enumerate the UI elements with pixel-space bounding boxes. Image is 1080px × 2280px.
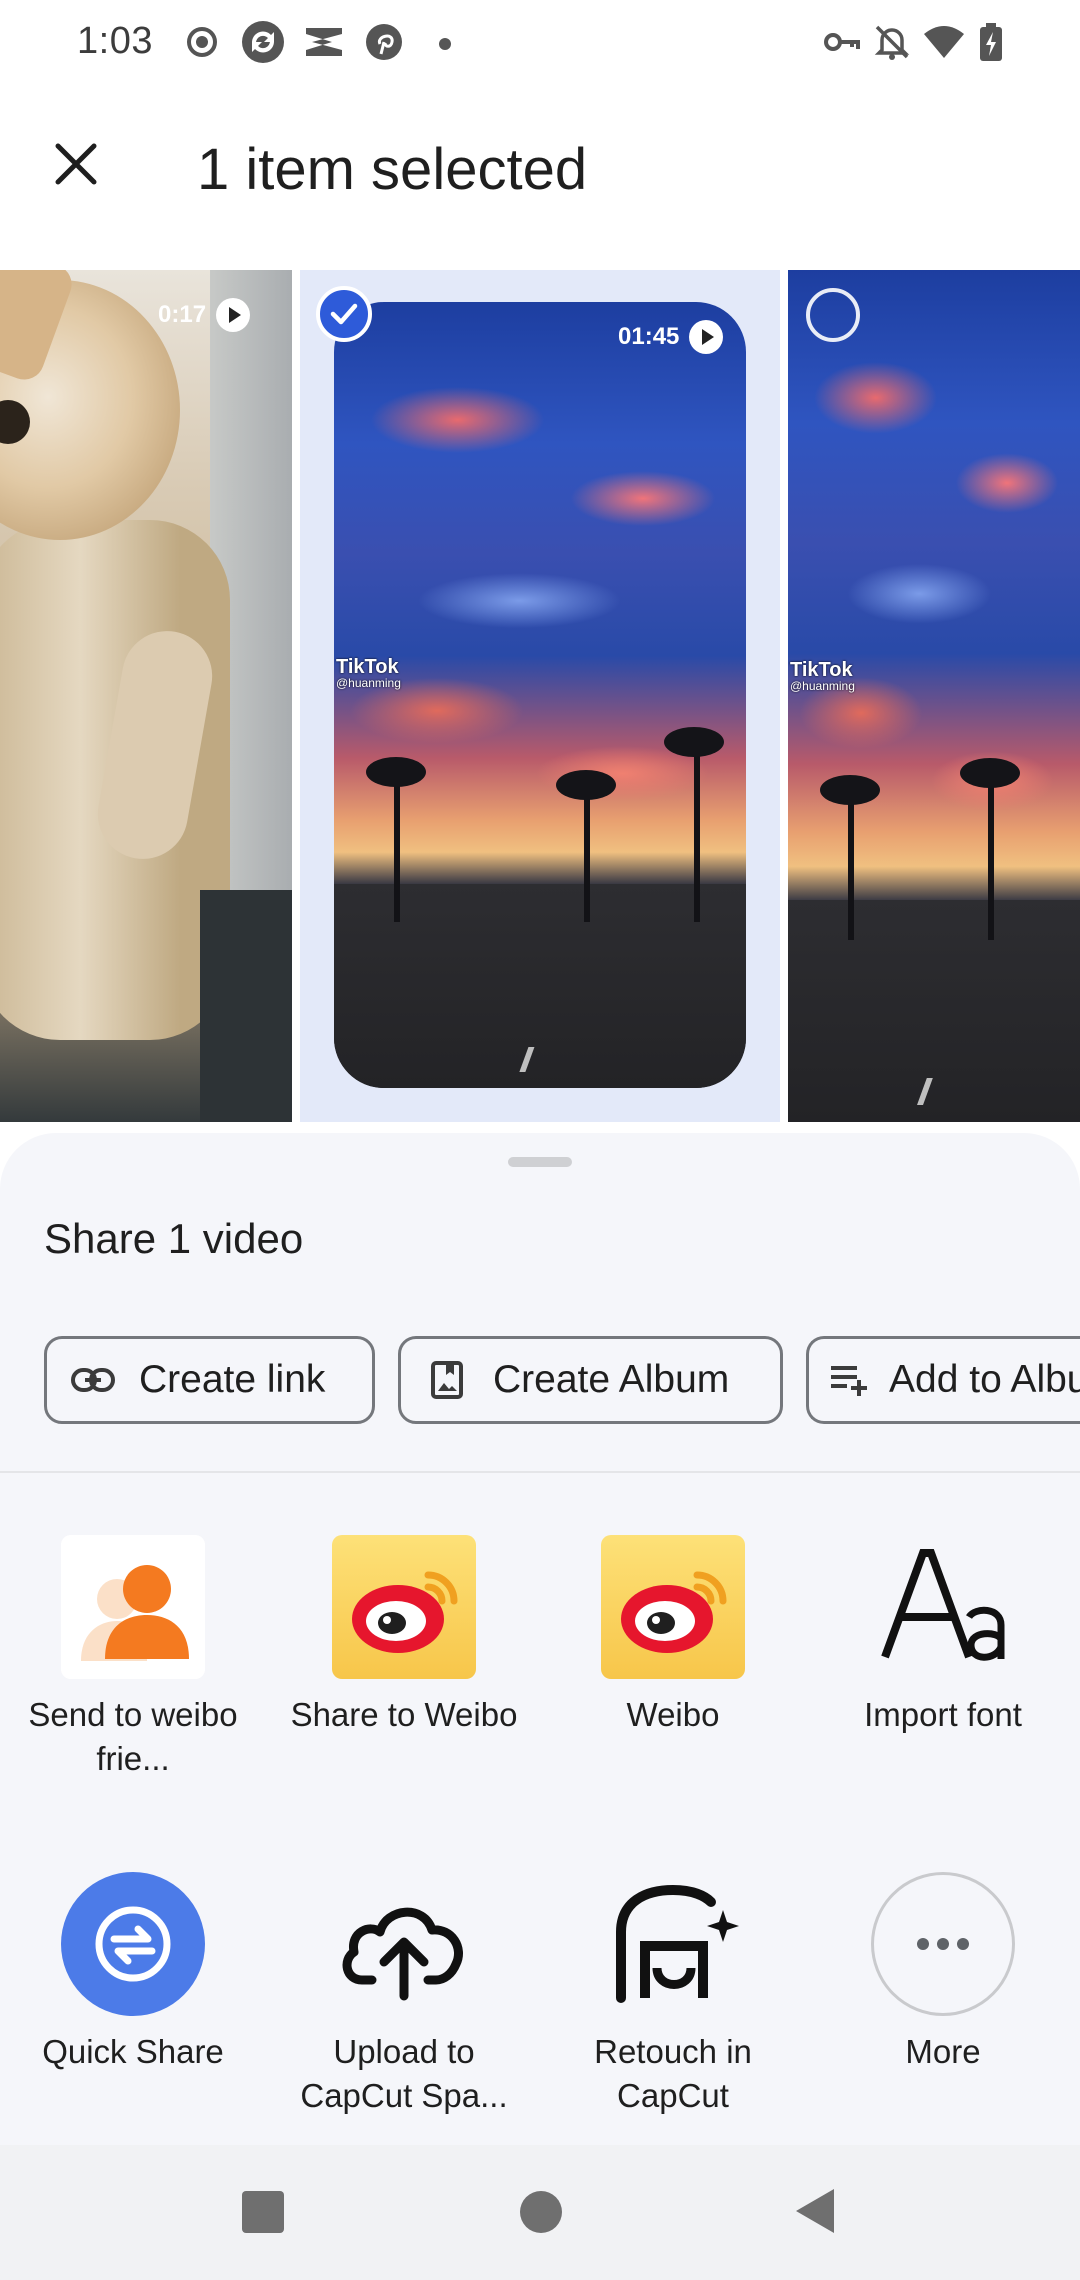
- cloud-upload-icon: [332, 1872, 476, 2016]
- selection-title: 1 item selected: [197, 137, 588, 202]
- share-target-quick-share[interactable]: Quick Share: [8, 1872, 258, 2074]
- thumbnail-shadow: [200, 890, 292, 1122]
- close-button[interactable]: [44, 132, 108, 196]
- album-icon: [421, 1354, 473, 1406]
- play-icon: [689, 320, 724, 354]
- back-icon[interactable]: [794, 2187, 836, 2235]
- share-target-send-to-weibo-friends[interactable]: Send to weibo frie...: [8, 1535, 258, 1781]
- video-duration: 0:17: [158, 298, 251, 332]
- pinterest-icon: [366, 24, 402, 60]
- dot-icon: [439, 38, 451, 50]
- thumbnail-subject-face: [0, 270, 180, 540]
- sync-app-icon: [242, 21, 284, 63]
- share-sheet: Share 1 video Create link Create Album A…: [0, 1133, 1080, 2145]
- notifications-off-icon: [874, 25, 910, 60]
- share-target-upload-to-capcut-space[interactable]: Upload to CapCut Spa...: [279, 1872, 529, 2118]
- video-duration: 01:45: [618, 320, 724, 354]
- media-strip[interactable]: 0:17 TikTok @huanming 01:45 TikTok @huan…: [0, 270, 1080, 1122]
- selected-check-icon[interactable]: [316, 286, 372, 342]
- share-target-more[interactable]: More: [818, 1872, 1068, 2074]
- share-target-share-to-weibo[interactable]: Share to Weibo: [279, 1535, 529, 1737]
- share-target-retouch-in-capcut[interactable]: Retouch in CapCut: [548, 1872, 798, 2118]
- navigation-bar: [0, 2145, 1080, 2280]
- create-link-button[interactable]: Create link: [44, 1336, 375, 1424]
- quick-share-icon: [61, 1872, 205, 2016]
- capcut-icon: [306, 28, 342, 56]
- sheet-drag-handle[interactable]: [508, 1157, 572, 1167]
- weibo-friends-icon: [61, 1535, 205, 1679]
- wifi-icon: [924, 26, 964, 58]
- home-icon[interactable]: [520, 2191, 562, 2233]
- share-target-import-font[interactable]: Import font: [818, 1535, 1068, 1737]
- create-album-button[interactable]: Create Album: [398, 1336, 783, 1424]
- more-icon: [871, 1872, 1015, 2016]
- sheet-divider: [0, 1471, 1080, 1473]
- share-target-weibo[interactable]: Weibo: [548, 1535, 798, 1737]
- playlist-add-icon: [829, 1354, 869, 1406]
- font-icon: [871, 1535, 1015, 1679]
- link-icon: [67, 1354, 119, 1406]
- media-thumbnail-selected[interactable]: TikTok @huanming 01:45: [300, 270, 780, 1122]
- video-preview: TikTok @huanming 01:45: [334, 302, 746, 1088]
- select-circle-icon[interactable]: [806, 288, 860, 342]
- tiktok-watermark: TikTok @huanming: [790, 659, 855, 693]
- media-thumbnail-next[interactable]: TikTok @huanming: [788, 270, 1080, 1122]
- tiktok-watermark: TikTok @huanming: [336, 656, 401, 690]
- share-sheet-title: Share 1 video: [44, 1215, 304, 1262]
- capcut-retouch-icon: [601, 1872, 745, 2016]
- record-icon: [187, 27, 217, 57]
- status-bar: 1:03: [0, 0, 1080, 86]
- recents-icon[interactable]: [242, 2191, 284, 2233]
- vpn-key-icon: [824, 33, 860, 51]
- battery-charging-icon: [980, 23, 1002, 61]
- status-time: 1:03: [77, 20, 153, 62]
- weibo-icon: [601, 1535, 745, 1679]
- media-thumbnail-cat[interactable]: 0:17: [0, 270, 292, 1122]
- close-icon: [55, 143, 97, 185]
- play-icon: [216, 298, 251, 332]
- add-to-album-button[interactable]: Add to Album: [806, 1336, 1080, 1424]
- weibo-icon: [332, 1535, 476, 1679]
